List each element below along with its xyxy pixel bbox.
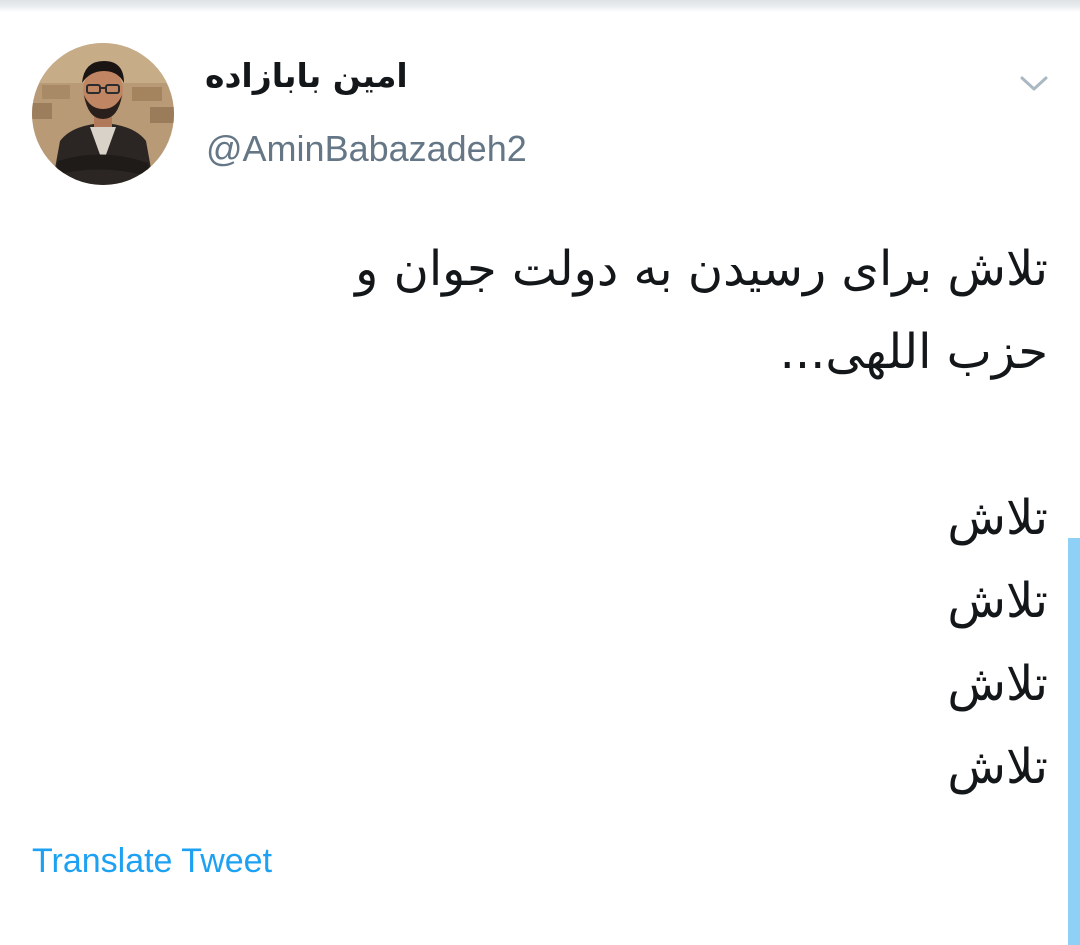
avatar-photo bbox=[32, 43, 174, 185]
translate-tweet-link[interactable]: Translate Tweet bbox=[32, 842, 272, 881]
tweet-text-blank-line bbox=[150, 394, 1048, 477]
author-display-name[interactable]: امین بابازاده bbox=[205, 56, 408, 95]
tweet-text: تلاش برای رسیدن به دولت جوان و حزب اللهی… bbox=[150, 228, 1048, 809]
tweet-text-line: حزب اللهی... bbox=[779, 324, 1048, 380]
top-divider bbox=[0, 0, 1080, 12]
tweet-text-line: تلاش bbox=[947, 490, 1048, 546]
avatar[interactable] bbox=[32, 43, 174, 185]
scrollbar[interactable] bbox=[1068, 538, 1080, 945]
tweet-text-line: تلاش bbox=[947, 573, 1048, 629]
tweet-menu-button[interactable] bbox=[1014, 66, 1054, 102]
chevron-down-icon bbox=[1020, 76, 1048, 91]
tweet-text-line: تلاش bbox=[947, 739, 1048, 795]
tweet-text-line: تلاش bbox=[947, 656, 1048, 712]
author-handle[interactable]: @AminBabazadeh2 bbox=[206, 128, 527, 170]
tweet-text-line: تلاش برای رسیدن به دولت جوان و bbox=[355, 241, 1048, 297]
